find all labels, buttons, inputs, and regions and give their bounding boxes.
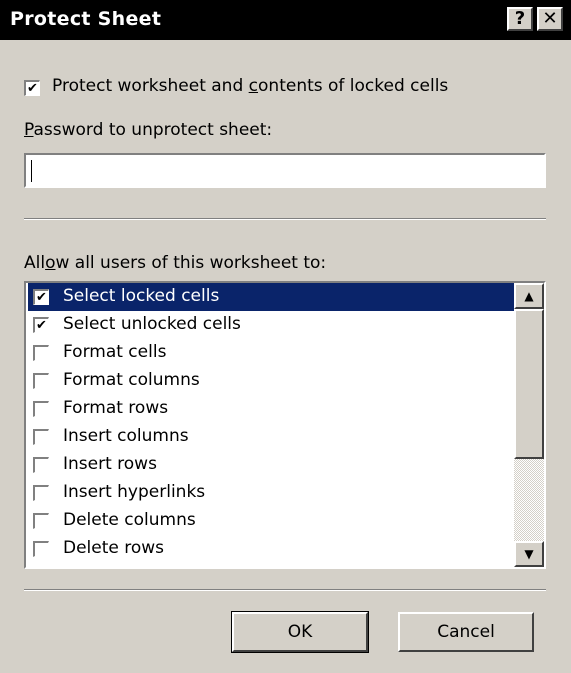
scroll-down-button[interactable]: ▼ [514,541,544,567]
protect-worksheet-checkbox[interactable] [24,80,40,96]
permission-label: Format cells [63,342,167,362]
permission-label: Format columns [63,370,200,390]
cancel-button[interactable]: Cancel [398,612,534,652]
permission-checkbox[interactable] [33,401,49,417]
permission-label: Delete columns [63,510,196,530]
permission-label: Insert hyperlinks [63,482,206,502]
permission-label: Insert columns [63,426,189,446]
scroll-thumb[interactable] [514,309,544,459]
password-label: Password to unprotect sheet: [24,120,273,140]
permission-item[interactable]: Select locked cells [28,283,514,311]
vertical-scrollbar[interactable]: ▲ ▼ [514,283,544,567]
permission-checkbox[interactable] [33,345,49,361]
help-button[interactable]: ? [507,7,533,31]
password-input[interactable] [24,153,546,188]
text-caret [31,160,32,182]
permission-item[interactable]: Delete rows [28,535,514,563]
permission-label: Format rows [63,398,169,418]
arrow-down-icon: ▼ [524,547,534,561]
permission-label: Select locked cells [63,286,220,306]
separator [24,589,546,591]
permission-item[interactable]: Insert columns [28,423,514,451]
ok-button[interactable]: OK [231,611,369,653]
help-icon: ? [514,8,526,29]
permission-label: Insert rows [63,454,157,474]
permission-item[interactable]: Format columns [28,367,514,395]
permission-item[interactable]: Format rows [28,395,514,423]
close-icon: ✕ [542,8,558,29]
title-bar[interactable]: Protect Sheet ? ✕ [0,0,571,40]
permission-item[interactable]: Delete columns [28,507,514,535]
separator [24,218,546,220]
protect-worksheet-label[interactable]: Protect worksheet and contents of locked… [52,76,448,96]
permission-item[interactable]: Insert hyperlinks [28,479,514,507]
arrow-up-icon: ▲ [524,289,534,303]
permission-item[interactable]: Format cells [28,339,514,367]
permission-checkbox[interactable] [33,429,49,445]
permission-checkbox[interactable] [33,541,49,557]
scroll-up-button[interactable]: ▲ [514,283,544,309]
permission-checkbox[interactable] [33,373,49,389]
permission-checkbox[interactable] [33,457,49,473]
permission-checkbox[interactable] [33,289,49,305]
permissions-label: Allow all users of this worksheet to: [24,253,327,273]
close-button[interactable]: ✕ [537,7,563,31]
permission-item[interactable]: Select unlocked cells [28,311,514,339]
permission-checkbox[interactable] [33,513,49,529]
permissions-listbox[interactable]: Select locked cells Select unlocked cells… [24,281,546,569]
permission-checkbox[interactable] [33,485,49,501]
permission-label: Delete rows [63,538,165,558]
permission-checkbox[interactable] [33,317,49,333]
permission-item[interactable]: Insert rows [28,451,514,479]
permission-label: Select unlocked cells [63,314,241,334]
dialog-title: Protect Sheet [10,8,162,30]
